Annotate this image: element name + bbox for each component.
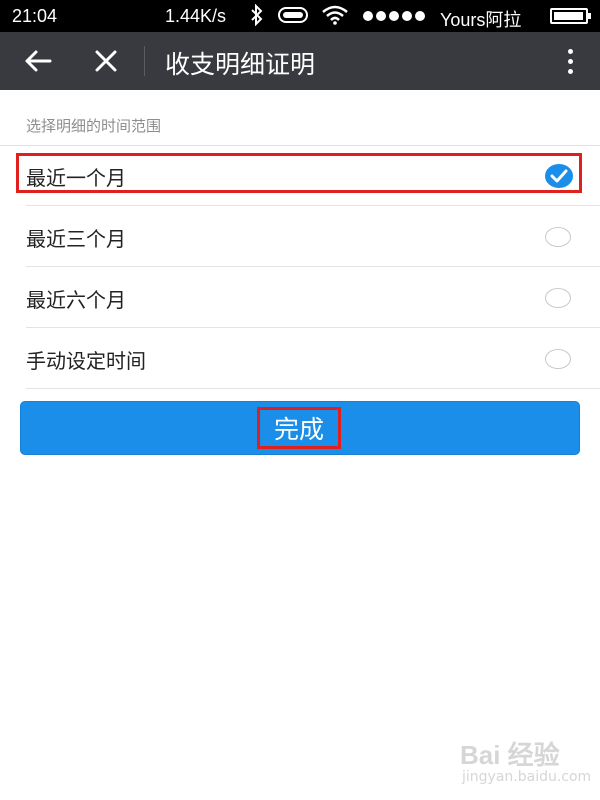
page-title: 收支明细证明 [165,50,316,79]
bluetooth-icon [251,4,263,26]
network-speed: 1.44K/s [165,6,227,26]
radio-unchecked-icon[interactable] [545,349,571,369]
status-bar: 21:04 1.44K/s Yours阿拉 [0,0,600,32]
option-label: 手动设定时间 [26,349,146,373]
battery-fill [554,12,583,20]
more-dot-icon [567,48,573,54]
watermark-text: Bai 经验 [460,740,560,770]
option-last-month[interactable]: 最近一个月 [26,146,600,206]
more-dot-icon [567,58,573,64]
more-dot-icon [567,68,573,74]
radio-unchecked-icon[interactable] [545,288,571,308]
option-last-three-months[interactable]: 最近三个月 [26,207,600,267]
watermark-logo: Bai 经验 jingyan.baidu.com [460,735,592,795]
back-arrow-icon [25,50,52,72]
option-last-six-months[interactable]: 最近六个月 [26,268,600,328]
highlight-box: 完成 [257,407,341,449]
section-label: 选择明细的时间范围 [26,117,162,135]
status-time: 21:04 [12,6,58,26]
watermark-url: jingyan.baidu.com [462,769,592,785]
title-bar: 收支明细证明 [0,32,600,90]
divider [26,266,600,267]
divider [26,205,600,206]
close-icon [95,50,117,72]
radio-unchecked-icon[interactable] [545,227,571,247]
checkmark-icon [550,169,568,183]
done-button-label: 完成 [273,415,324,444]
radio-checked-icon[interactable] [545,164,573,188]
divider [26,327,600,328]
wifi-icon [322,5,348,25]
signal-strength-icon [363,11,425,21]
close-button[interactable] [84,44,128,78]
option-manual-time[interactable]: 手动设定时间 [26,329,600,389]
done-button[interactable]: 完成 [20,401,580,455]
option-label: 最近三个月 [26,227,126,251]
toggle-icon [278,7,308,23]
option-label: 最近六个月 [26,288,126,312]
option-label: 最近一个月 [26,166,126,190]
title-divider [144,46,145,76]
status-icons [250,4,348,26]
back-button[interactable] [16,44,60,78]
divider [26,388,600,389]
battery-icon [550,8,591,24]
more-options-button[interactable] [558,42,582,80]
carrier-name: Yours阿拉 [440,10,522,30]
